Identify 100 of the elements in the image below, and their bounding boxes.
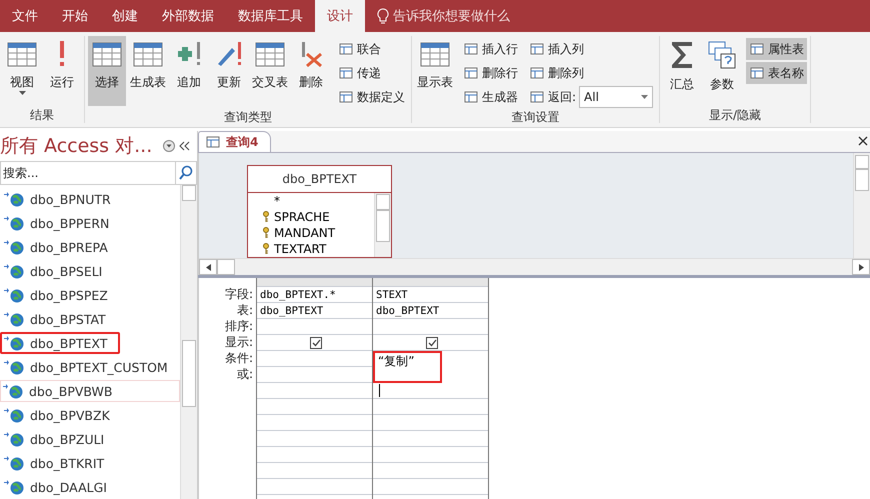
search-field[interactable]: 搜索... — [0, 161, 176, 185]
ribbon-button[interactable]: 更新 — [210, 36, 248, 106]
ribbon-button[interactable]: 追加 — [170, 36, 208, 106]
nav-item[interactable]: dbo_BTKRIT — [0, 452, 180, 474]
command-icon — [529, 89, 545, 105]
ribbon-small-button[interactable]: 表名称 — [746, 62, 808, 84]
ribbon-small-button[interactable]: 传递 — [335, 62, 408, 84]
linked-globe-icon — [4, 239, 26, 255]
row-label: 显示: — [224, 334, 254, 350]
nav-item[interactable]: dbo_BPVBWB — [0, 380, 180, 402]
ribbon-small-button[interactable]: 联合 — [335, 38, 408, 60]
nav-item[interactable]: dbo_BPSELI — [0, 260, 180, 282]
nav-item[interactable]: dbo_BPVBZK — [0, 404, 180, 426]
tell-me-field[interactable]: 告诉我你想要做什么 — [393, 7, 510, 25]
row-label: 排序: — [224, 318, 254, 334]
key-icon — [262, 211, 270, 223]
group-title: 结果 — [29, 107, 55, 124]
left-arrow-icon — [206, 264, 210, 270]
linked-globe-icon — [4, 431, 26, 447]
field-cell[interactable]: STEXT — [373, 287, 488, 303]
ribbon-small-button[interactable]: 删除列 — [526, 62, 656, 84]
ribbon-button[interactable]: 生成表 — [128, 36, 168, 106]
table-cell[interactable]: dbo_BPTEXT — [257, 303, 372, 319]
ribbon-button[interactable]: 删除 — [292, 36, 330, 106]
command-icon — [338, 89, 354, 105]
nav-item[interactable]: dbo_BPREPA — [0, 236, 180, 258]
linked-globe-icon — [4, 335, 26, 351]
ribbon-small-button[interactable]: 数据定义 — [335, 86, 408, 108]
command-icon — [463, 65, 479, 81]
ribbon-button[interactable]: 交叉表 — [250, 36, 290, 106]
field-list-item[interactable]: TEXTART — [248, 241, 374, 257]
document-tab[interactable]: 查询4 — [198, 131, 272, 152]
ribbon-tab[interactable]: 开始 — [50, 0, 100, 32]
ribbon-button[interactable]: 视图 — [3, 36, 41, 106]
horizontal-scrollbar[interactable] — [199, 258, 870, 275]
ribbon-small-button[interactable]: 插入列 — [526, 38, 656, 60]
show-checkbox[interactable] — [310, 336, 322, 348]
nav-item[interactable]: dbo_DAALGI — [0, 476, 180, 498]
ribbon-button[interactable]: 汇总 — [663, 36, 702, 106]
table-cell[interactable]: dbo_BPTEXT — [373, 303, 488, 319]
scrollbar-thumb[interactable] — [217, 259, 235, 275]
parameters-icon — [707, 40, 738, 70]
linked-globe-icon — [4, 191, 26, 207]
table-icon — [420, 40, 450, 68]
grid-cell[interactable] — [373, 383, 488, 399]
ribbon-tab[interactable]: 创建 — [100, 0, 150, 32]
ribbon-small-button[interactable]: 属性表 — [746, 38, 808, 60]
command-icon — [338, 65, 354, 81]
scrollbar[interactable] — [853, 153, 870, 258]
table-icon — [7, 40, 37, 68]
group-title: 显示/隐藏 — [708, 107, 762, 124]
nav-pane-title[interactable]: 所有 Access 对... — [0, 133, 152, 159]
ribbon-small-button[interactable]: 插入行 — [460, 38, 521, 60]
command-icon — [529, 65, 545, 81]
key-icon — [262, 243, 270, 255]
criteria-cell[interactable]: “复制” — [373, 351, 442, 383]
group-title: 查询类型 — [223, 109, 273, 126]
return-dropdown[interactable]: All — [579, 86, 654, 108]
row-label: 或: — [236, 366, 254, 382]
command-icon — [463, 41, 479, 57]
ribbon-small-button[interactable]: 生成器 — [460, 86, 521, 108]
linked-globe-icon — [4, 263, 26, 279]
table-icon — [92, 40, 122, 68]
nav-item[interactable]: dbo_BPSPEZ — [0, 284, 180, 306]
field-list-item[interactable]: MANDANT — [248, 225, 374, 241]
show-checkbox[interactable] — [426, 336, 438, 348]
nav-item[interactable]: dbo_BPSTAT — [0, 308, 180, 330]
scrollbar[interactable] — [180, 185, 197, 499]
command-icon — [749, 41, 766, 57]
nav-item[interactable]: dbo_BPPERN — [0, 212, 180, 234]
ribbon-button[interactable]: 选择 — [88, 36, 126, 106]
linked-globe-icon — [3, 383, 25, 399]
ribbon-button[interactable]: 参数 — [703, 36, 742, 106]
command-icon — [529, 41, 545, 57]
linked-globe-icon — [4, 359, 26, 375]
ribbon-small-button[interactable]: 返回: All — [526, 86, 656, 108]
lightbulb-icon — [377, 8, 389, 24]
linked-globe-icon — [4, 287, 26, 303]
field-list-item[interactable]: * — [248, 193, 374, 209]
field-cell[interactable]: dbo_BPTEXT.* — [257, 287, 372, 303]
column-selector[interactable] — [373, 278, 488, 287]
ribbon-tab[interactable]: 设计 — [315, 0, 365, 32]
command-icon — [338, 41, 354, 57]
scrollbar[interactable] — [374, 193, 391, 257]
ribbon-button[interactable]: 运行 — [43, 36, 81, 106]
nav-item[interactable]: dbo_BPZULI — [0, 428, 180, 450]
ribbon-tab[interactable]: 数据库工具 — [226, 0, 315, 32]
ribbon-button[interactable]: 显示表 — [415, 36, 455, 106]
ribbon-tab[interactable]: 文件 — [0, 0, 50, 32]
field-list-item[interactable]: SPRACHE — [248, 209, 374, 225]
column-selector[interactable] — [257, 278, 372, 287]
close-icon[interactable] — [858, 136, 868, 146]
table-field-list[interactable]: dbo_BPTEXT * SPRACHE MANDANT TEXTART — [247, 165, 392, 258]
ribbon-tab[interactable]: 外部数据 — [150, 0, 226, 32]
linked-globe-icon — [4, 479, 26, 495]
nav-item[interactable]: dbo_BPNUTR — [0, 188, 180, 210]
nav-item[interactable]: dbo_BPTEXT — [0, 332, 120, 354]
ribbon-small-button[interactable]: 删除行 — [460, 62, 521, 84]
linked-globe-icon — [4, 311, 26, 327]
nav-item[interactable]: dbo_BPTEXT_CUSTOM — [0, 356, 180, 378]
